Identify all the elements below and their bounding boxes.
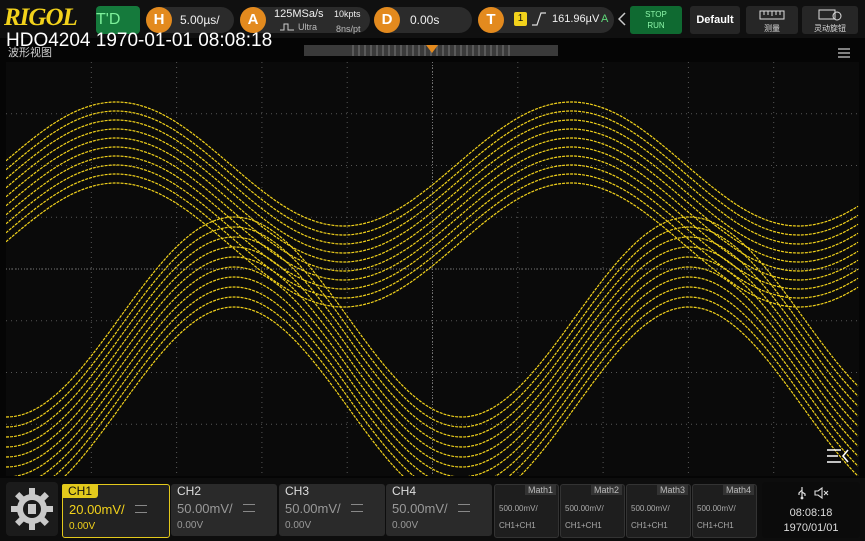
delay-icon: D	[374, 7, 400, 33]
speaker-mute-icon	[814, 486, 829, 500]
coupling-icon	[458, 504, 470, 512]
trigger-source-badge: 1	[514, 12, 527, 26]
default-button[interactable]: Default	[690, 6, 740, 34]
channel-offset: 0.00V	[69, 521, 96, 532]
stop-label: STOP	[645, 10, 667, 19]
channel-label: CH3	[285, 484, 310, 498]
channel-scale: 50.00mV/	[392, 501, 448, 516]
channel-scale: 50.00mV/	[285, 501, 341, 516]
math-label: Math2	[590, 485, 622, 495]
trigger-position-marker-icon[interactable]	[425, 44, 439, 54]
trigger-icon: T	[478, 7, 504, 33]
channel-offset: 0.00V	[177, 520, 204, 531]
rising-edge-icon	[532, 12, 546, 26]
smart-knob-label: 灵动旋钮	[814, 24, 846, 33]
trigger-level: 161.96µV	[552, 13, 600, 25]
math-scale: 500.00mV/	[697, 504, 736, 513]
collapse-panel-icon[interactable]	[826, 447, 850, 465]
menu-icon[interactable]	[837, 47, 851, 59]
math-expression: CH1+CH1	[631, 521, 668, 530]
math-scale: 500.00mV/	[565, 504, 604, 513]
status-clock-panel: 08:08:18 1970/01/01	[762, 482, 860, 538]
rigol-logo: RIGOL	[4, 4, 78, 31]
math-expression: CH1+CH1	[499, 521, 536, 530]
measure-label: 测量	[764, 24, 780, 33]
sample-rate: 125MSa/s	[274, 8, 324, 20]
coupling-icon	[243, 504, 255, 512]
channel-label: CH2	[177, 484, 202, 498]
channel-4-panel[interactable]: CH4 50.00mV/ 0.00V	[386, 484, 492, 536]
math-label: Math1	[524, 485, 556, 495]
trigger-coupling: A	[601, 13, 609, 25]
chevron-left-icon[interactable]	[618, 12, 626, 26]
math-expression: CH1+CH1	[697, 521, 734, 530]
channel-label: CH4	[392, 484, 417, 498]
math-scale: 500.00mV/	[499, 504, 538, 513]
coupling-icon	[351, 504, 363, 512]
navigation-menu-button[interactable]	[6, 482, 58, 536]
memory-depth: 10kpts	[334, 9, 361, 19]
stop-run-button[interactable]: STOP RUN	[630, 6, 682, 34]
channel-3-panel[interactable]: CH3 50.00mV/ 0.00V	[279, 484, 385, 536]
channel-scale: 50.00mV/	[177, 501, 233, 516]
usb-icon	[798, 487, 806, 500]
measure-button[interactable]: 测量	[746, 6, 798, 34]
channel-label: CH1	[62, 484, 99, 498]
coupling-icon	[135, 505, 147, 513]
waveform-view[interactable]	[6, 62, 859, 476]
status-date: 1970/01/01	[783, 522, 839, 534]
acq-mode-icon	[280, 23, 294, 31]
math-1-panel[interactable]: Math1 500.00mV/ CH1+CH1	[494, 484, 559, 538]
math-2-panel[interactable]: Math2 500.00mV/ CH1+CH1	[560, 484, 625, 538]
channel-2-panel[interactable]: CH2 50.00mV/ 0.00V	[171, 484, 277, 536]
math-label: Math3	[656, 485, 688, 495]
math-expression: CH1+CH1	[565, 521, 602, 530]
math-label: Math4	[722, 485, 754, 495]
waveform-canvas	[6, 62, 859, 476]
ruler-icon	[759, 10, 785, 20]
delay-value: 0.00s	[410, 13, 440, 27]
math-scale: 500.00mV/	[631, 504, 670, 513]
math-4-panel[interactable]: Math4 500.00mV/ CH1+CH1	[692, 484, 757, 538]
channel-scale: 20.00mV/	[69, 502, 125, 517]
status-time: 08:08:18	[789, 507, 833, 519]
timebase-value: 5.00µs/	[180, 13, 220, 27]
run-label: RUN	[647, 21, 665, 30]
gear-icon	[11, 488, 53, 530]
acq-mode: Ultra	[298, 22, 318, 32]
waveform-view-label: 波形视图	[8, 47, 52, 59]
knob-icon	[818, 9, 842, 21]
time-per-point: 8ns/pt	[336, 24, 361, 34]
channel-1-panel[interactable]: CH1 20.00mV/ 0.00V	[62, 484, 170, 538]
smart-knob-button[interactable]: 灵动旋钮	[802, 6, 858, 34]
channel-offset: 0.00V	[392, 520, 419, 531]
math-3-panel[interactable]: Math3 500.00mV/ CH1+CH1	[626, 484, 691, 538]
channel-offset: 0.00V	[285, 520, 312, 531]
